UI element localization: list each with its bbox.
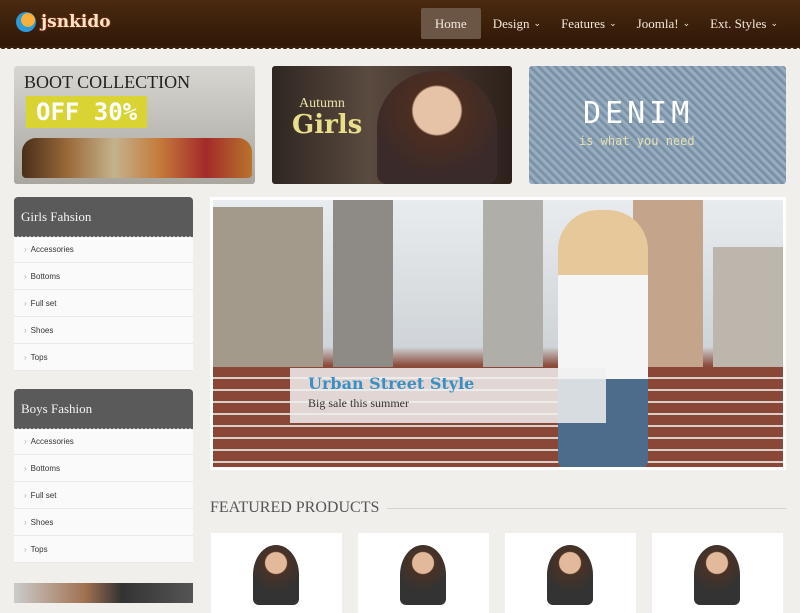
nav-label: Ext. Styles — [710, 15, 767, 31]
product-card[interactable] — [505, 533, 636, 613]
sidebar-item[interactable]: Shoes — [14, 317, 193, 344]
nav-features[interactable]: Features ⌄ — [553, 8, 625, 39]
sidebar-girls-fashion: Girls Fahsion Accessories Bottoms Full s… — [14, 197, 193, 371]
sidebar-item[interactable]: Bottoms — [14, 263, 193, 290]
product-image — [547, 545, 593, 605]
nav-home[interactable]: Home — [420, 8, 481, 39]
featured-products-heading: FEATURED PRODUCTS — [210, 499, 786, 517]
product-image — [253, 545, 299, 605]
nav-ext-styles[interactable]: Ext. Styles ⌄ — [702, 8, 786, 39]
hero-title: Urban Street Style — [308, 374, 475, 393]
sidebar-heading: Boys Fashion — [14, 389, 193, 431]
banner-autumn-girls[interactable]: Autumn Girls — [272, 66, 512, 184]
sidebar-item[interactable]: Accessories — [14, 428, 193, 455]
product-image — [694, 545, 740, 605]
chevron-down-icon: ⌄ — [609, 18, 617, 28]
nav-design[interactable]: Design ⌄ — [485, 8, 549, 39]
kid-image — [558, 210, 648, 467]
banner-subtitle: OFF 30% — [26, 96, 148, 128]
product-card[interactable] — [652, 533, 783, 613]
product-card[interactable] — [358, 533, 489, 613]
product-card[interactable] — [211, 533, 342, 613]
sidebar-item[interactable]: Tops — [14, 536, 193, 563]
product-image — [400, 545, 446, 605]
nav-label: Home — [434, 15, 467, 31]
banner-boots[interactable]: BOOT COLLECTION OFF 30% — [14, 66, 255, 184]
hero-caption: Urban Street Style Big sale this summer — [290, 368, 606, 423]
logo-text: jsnkido — [41, 12, 111, 32]
nav-label: Features — [561, 15, 606, 31]
nav-label: Joomla! — [636, 15, 679, 31]
sidebar-boys-fashion: Boys Fashion Accessories Bottoms Full se… — [14, 389, 193, 563]
chevron-down-icon: ⌄ — [770, 18, 778, 28]
boots-image — [22, 138, 252, 178]
header-zigzag — [0, 46, 800, 52]
banner-title: BOOT COLLECTION — [24, 72, 191, 92]
banner-denim[interactable]: DENIM is what you need — [529, 66, 786, 184]
building-image — [333, 200, 393, 367]
hero-subtitle: Big sale this summer — [308, 396, 409, 410]
sidebar-item[interactable]: Full set — [14, 482, 193, 509]
hero-slider[interactable]: Urban Street Style Big sale this summer — [210, 197, 786, 470]
sidebar-heading: Girls Fahsion — [14, 197, 193, 239]
sidebar-item[interactable]: Shoes — [14, 509, 193, 536]
chevron-down-icon: ⌄ — [682, 18, 691, 28]
banner-subtitle: Girls — [292, 110, 363, 140]
sidebar-item[interactable]: Bottoms — [14, 455, 193, 482]
girl-image — [377, 71, 497, 184]
sidebar-item[interactable]: Tops — [14, 344, 193, 371]
nav-label: Design — [492, 15, 530, 31]
logo-icon — [16, 12, 36, 32]
nav-joomla[interactable]: Joomla! ⌄ — [629, 8, 698, 39]
sidebar-item[interactable]: Accessories — [14, 236, 193, 263]
building-image — [713, 247, 783, 367]
building-image — [213, 207, 323, 367]
banner-title: DENIM — [583, 96, 694, 131]
banner-subtitle: is what you need — [579, 134, 695, 148]
logo[interactable]: jsnkido — [16, 12, 111, 32]
header: jsnkido Home Design ⌄ Features ⌄ Joomla! ⌄ … — [0, 0, 800, 48]
section-title: FEATURED PRODUCTS — [210, 499, 380, 516]
sidebar-item[interactable]: Full set — [14, 290, 193, 317]
chevron-down-icon: ⌄ — [533, 18, 542, 28]
main-nav: Home Design ⌄ Features ⌄ Joomla! ⌄ Ext. Sty… — [420, 8, 786, 39]
divider — [387, 507, 786, 509]
sidebar-promo-image[interactable] — [14, 583, 193, 603]
building-image — [483, 200, 543, 367]
